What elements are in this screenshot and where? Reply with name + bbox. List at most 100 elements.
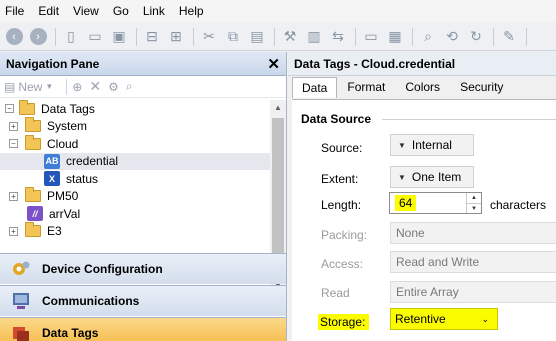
tree-item-credential[interactable]: AB credential [0,152,270,170]
menu-view[interactable]: View [73,4,99,18]
menu-file[interactable]: File [5,4,24,18]
expand-icon[interactable]: + [9,121,18,131]
open-button[interactable]: ▭ [84,26,106,48]
storage-dropdown[interactable]: Retentive ⌄ [390,308,498,330]
menu-edit[interactable]: Edit [38,4,59,18]
scroll-up-icon[interactable]: ▲ [270,100,286,116]
read-dropdown[interactable]: Entire Array [390,281,556,303]
collapse-icon[interactable]: − [5,104,14,114]
tab-security[interactable]: Security [450,76,513,98]
array-tag-icon: // [27,206,43,222]
new-label: New [18,79,43,94]
packing-dropdown[interactable]: None [390,222,556,244]
back-button[interactable]: ‹ [3,26,25,48]
tree-item-cloud[interactable]: − Cloud [0,134,270,153]
tree-item-label: System [47,119,88,134]
menu-go[interactable]: Go [113,4,129,18]
compile-icon: ▥ [307,28,321,44]
download-button[interactable]: ⊟ [141,26,163,48]
folder-icon [19,100,35,115]
section-label: Device Configuration [42,262,163,276]
find-button[interactable]: ⌕ [417,26,439,48]
section-data-tags[interactable]: Data Tags [0,317,286,341]
new-file-button[interactable]: ▯ [60,26,82,48]
close-icon[interactable]: ✕ [267,55,280,73]
stepper-buttons: ▲ ▼ [466,193,481,213]
search-icon[interactable]: ⌕ [126,79,133,94]
toolbar-divider [274,27,275,46]
wand-icon: ⚒ [283,28,297,44]
source-label: Source: [321,141,363,155]
increment-icon[interactable]: ▲ [467,193,481,204]
extent-value: One Item [411,170,462,184]
navigation-pane-header: Navigation Pane ✕ [0,52,286,76]
tree-item-label: E3 [47,224,62,239]
duplicate-icon[interactable]: ⊕ [72,80,82,94]
replace-icon: ⟲ [446,28,458,44]
section-device-configuration[interactable]: Device Configuration [0,253,286,284]
expand-icon[interactable]: + [9,191,18,201]
length-stepper[interactable]: 64 ▲ ▼ [389,192,482,214]
read-value: Entire Array [396,285,459,299]
tree-item-data-tags[interactable]: − Data Tags [0,100,270,118]
tree-item-status[interactable]: X status [0,170,270,188]
replace-button[interactable]: ⟲ [441,26,463,48]
transfer-button[interactable]: ⇆ [327,26,349,48]
tree-item-label: credential [66,154,119,169]
cut-icon: ✂ [203,28,215,44]
tree-item-arrval[interactable]: // arrVal [0,205,270,223]
monitor-button[interactable]: ▭ [360,26,382,48]
forward-button[interactable]: › [27,26,49,48]
menu-help[interactable]: Help [179,4,204,18]
tree-item-e3[interactable]: + E3 [0,222,270,241]
tree-item-system[interactable]: + System [0,117,270,136]
section-communications[interactable]: Communications [0,285,286,316]
section-label: Communications [42,294,140,308]
tab-colors[interactable]: Colors [395,76,450,98]
tools-button[interactable]: ✎ [498,26,520,48]
compile-button[interactable]: ▥ [303,26,325,48]
toolbar-divider [66,78,68,95]
tab-data[interactable]: Data [292,77,338,98]
folder-icon [25,117,41,133]
tree-item-pm50[interactable]: + PM50 [0,187,270,206]
menu-link[interactable]: Link [143,4,165,18]
delete-icon[interactable]: ✕ [89,78,101,95]
collapse-icon[interactable]: − [9,139,18,149]
paste-button[interactable]: ▤ [246,26,268,48]
save-button[interactable]: ▣ [108,26,130,48]
network-icon [10,291,32,311]
toolbar-divider [526,27,527,46]
tab-format[interactable]: Format [337,76,395,98]
folder-icon [25,134,41,150]
gear-icon [10,259,32,279]
tree-item-label: Data Tags [41,101,95,116]
storage-label: Storage: [318,314,370,330]
properties-icon[interactable]: ⚙ [108,80,119,94]
upload-icon: ⊞ [170,28,182,44]
tree-item-label: status [66,171,99,186]
copy-button[interactable]: ⧉ [222,26,244,48]
panel-title: Data Tags - Cloud.credential [288,52,556,76]
layers-button[interactable]: ▦ [384,26,406,48]
access-dropdown[interactable]: Read and Write [390,251,556,273]
section-divider [382,119,556,120]
expand-icon[interactable]: + [9,226,18,236]
tag-icon [10,323,32,341]
scrollbar-thumb[interactable] [272,118,284,260]
upload-button[interactable]: ⊞ [165,26,187,48]
length-input[interactable]: 64 [390,193,466,213]
section-label: Data Tags [42,326,99,340]
extent-dropdown[interactable]: ▼ One Item [390,166,474,188]
decrement-icon[interactable]: ▼ [467,204,481,214]
wand-button[interactable]: ⚒ [279,26,301,48]
cut-button[interactable]: ✂ [198,26,220,48]
copy-icon: ⧉ [228,28,238,44]
save-icon: ▣ [112,28,126,44]
forward-icon: › [29,28,47,45]
new-tag-button[interactable]: ▤ New ▼ [4,80,53,94]
packing-label: Packing: [321,228,368,242]
toolbar-divider [136,27,137,46]
refresh-button[interactable]: ↻ [465,26,487,48]
source-dropdown[interactable]: ▼ Internal [390,134,474,156]
